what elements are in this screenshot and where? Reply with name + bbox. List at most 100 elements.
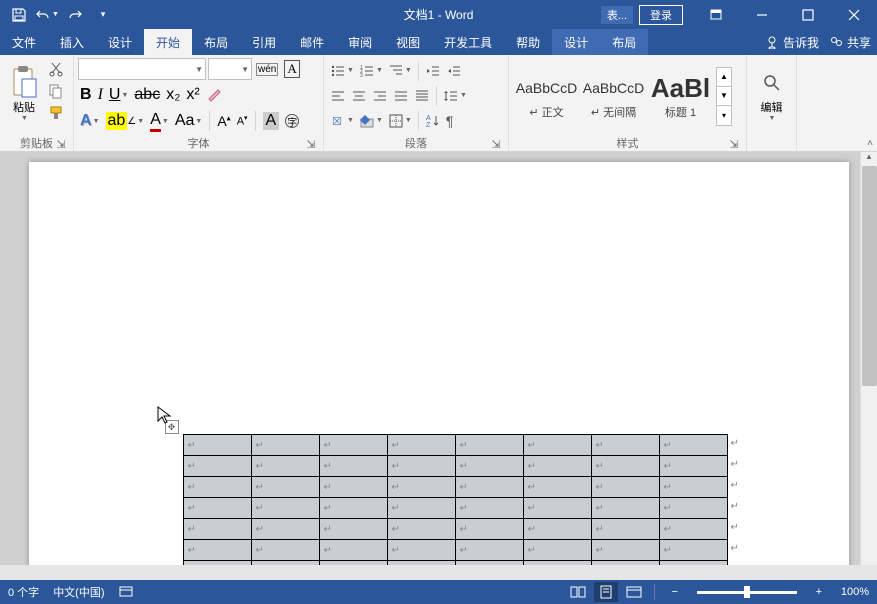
ribbon-options-button[interactable] bbox=[693, 0, 739, 29]
font-size-combo[interactable]: ▼ bbox=[208, 58, 252, 80]
font-name-combo[interactable]: ▼ bbox=[78, 58, 206, 80]
phonetic-guide-button[interactable]: wén bbox=[254, 61, 280, 78]
table-cell[interactable]: ↵ bbox=[183, 477, 251, 498]
shading-button[interactable]: ▼ bbox=[357, 111, 385, 131]
character-shading-button[interactable]: A bbox=[261, 110, 282, 132]
table-move-handle[interactable]: ✥ bbox=[165, 420, 179, 434]
table-cell[interactable]: ↵ bbox=[591, 456, 659, 477]
paragraph-dialog-launcher[interactable]: ⇲ bbox=[490, 138, 502, 150]
table-cell[interactable]: ↵ bbox=[319, 561, 387, 566]
underline-button[interactable]: U▼ bbox=[107, 84, 131, 106]
maximize-button[interactable] bbox=[785, 0, 831, 29]
print-layout-button[interactable] bbox=[594, 582, 618, 602]
table-cell[interactable]: ↵ bbox=[659, 456, 727, 477]
styles-dialog-launcher[interactable]: ⇲ bbox=[728, 138, 740, 150]
redo-button[interactable] bbox=[62, 3, 88, 27]
line-spacing-button[interactable]: ▼ bbox=[441, 86, 469, 106]
table-cell[interactable]: ↵ bbox=[523, 435, 591, 456]
table-cell[interactable]: ↵ bbox=[387, 435, 455, 456]
show-marks-button[interactable]: ¶ bbox=[444, 111, 456, 131]
zoom-slider[interactable] bbox=[697, 591, 797, 594]
cut-button[interactable] bbox=[46, 59, 66, 79]
table-cell[interactable]: ↵ bbox=[319, 456, 387, 477]
styles-expand[interactable]: ▾ bbox=[717, 106, 731, 125]
tab-file[interactable]: 文件 bbox=[0, 29, 48, 55]
tab-review[interactable]: 审阅 bbox=[336, 29, 384, 55]
table-cell[interactable]: ↵ bbox=[251, 561, 319, 566]
highlight-button[interactable]: ab∠▼ bbox=[104, 110, 147, 132]
align-right-button[interactable] bbox=[370, 86, 390, 106]
table-cell[interactable]: ↵ bbox=[183, 561, 251, 566]
styles-scroll-up[interactable]: ▲ bbox=[717, 68, 731, 87]
table-cell[interactable]: ↵ bbox=[319, 498, 387, 519]
shrink-font-button[interactable]: A▾ bbox=[235, 112, 250, 130]
numbering-button[interactable]: 123▼ bbox=[357, 61, 385, 81]
accessibility-icon[interactable] bbox=[119, 584, 133, 601]
font-color-button[interactable]: A▼ bbox=[148, 109, 171, 134]
table-cell[interactable]: ↵ bbox=[659, 435, 727, 456]
zoom-level[interactable]: 100% bbox=[841, 586, 869, 598]
decrease-indent-button[interactable] bbox=[423, 61, 443, 81]
tab-table-layout[interactable]: 布局 bbox=[600, 29, 648, 55]
table-cell[interactable]: ↵ bbox=[251, 519, 319, 540]
enclose-characters-button[interactable]: 字 bbox=[283, 112, 301, 130]
table-cell[interactable]: ↵ bbox=[659, 561, 727, 566]
distributed-button[interactable] bbox=[412, 86, 432, 106]
table-cell[interactable]: ↵ bbox=[183, 456, 251, 477]
table-cell[interactable]: ↵ bbox=[523, 561, 591, 566]
zoom-out-button[interactable]: − bbox=[663, 582, 687, 602]
tab-layout[interactable]: 布局 bbox=[192, 29, 240, 55]
strikethrough-button[interactable]: abc bbox=[132, 84, 162, 106]
read-mode-button[interactable] bbox=[566, 582, 590, 602]
table-cell[interactable]: ↵ bbox=[591, 540, 659, 561]
align-center-button[interactable] bbox=[349, 86, 369, 106]
table-cell[interactable]: ↵ bbox=[523, 456, 591, 477]
style-normal[interactable]: AaBbCcD↵ 正文 bbox=[513, 66, 580, 126]
table-cell[interactable]: ↵ bbox=[455, 435, 523, 456]
table-cell[interactable]: ↵ bbox=[659, 540, 727, 561]
table-cell[interactable]: ↵ bbox=[387, 456, 455, 477]
table-cell[interactable]: ↵ bbox=[319, 540, 387, 561]
format-painter-button[interactable] bbox=[46, 103, 66, 123]
multilevel-list-button[interactable]: ▼ bbox=[386, 61, 414, 81]
sort-button[interactable]: AZ bbox=[423, 111, 443, 131]
collapse-ribbon-button[interactable]: ˄ bbox=[867, 138, 873, 149]
superscript-button[interactable]: x² bbox=[184, 84, 201, 106]
grow-font-button[interactable]: A▴ bbox=[215, 111, 232, 131]
text-effects-button[interactable]: A▼ bbox=[78, 110, 102, 132]
table-cell[interactable]: ↵ bbox=[251, 498, 319, 519]
table-cell[interactable]: ↵ bbox=[183, 498, 251, 519]
paste-button[interactable]: 粘贴 ▼ bbox=[8, 59, 40, 127]
table-cell[interactable]: ↵ bbox=[455, 540, 523, 561]
table-cell[interactable]: ↵ bbox=[183, 540, 251, 561]
table-cell[interactable]: ↵ bbox=[319, 435, 387, 456]
zoom-in-button[interactable]: + bbox=[807, 582, 831, 602]
bullets-button[interactable]: ▼ bbox=[328, 61, 356, 81]
table-cell[interactable]: ↵ bbox=[591, 498, 659, 519]
table-cell[interactable]: ↵ bbox=[455, 561, 523, 566]
minimize-button[interactable] bbox=[739, 0, 785, 29]
save-button[interactable] bbox=[6, 3, 32, 27]
table-cell[interactable]: ↵ bbox=[319, 477, 387, 498]
table-cell[interactable]: ↵ bbox=[387, 498, 455, 519]
signin-button[interactable]: 登录 bbox=[639, 5, 683, 25]
document-table[interactable]: ↵↵↵↵↵↵↵↵↵↵↵↵↵↵↵↵↵↵↵↵↵↵↵↵↵↵↵↵↵↵↵↵↵↵↵↵↵↵↵↵… bbox=[183, 434, 728, 565]
language-status[interactable]: 中文(中国) bbox=[53, 584, 104, 601]
web-layout-button[interactable] bbox=[622, 582, 646, 602]
table-cell[interactable]: ↵ bbox=[455, 498, 523, 519]
table-cell[interactable]: ↵ bbox=[523, 540, 591, 561]
table-cell[interactable]: ↵ bbox=[183, 519, 251, 540]
table-cell[interactable]: ↵ bbox=[455, 519, 523, 540]
table-cell[interactable]: ↵ bbox=[659, 498, 727, 519]
table-cell[interactable]: ↵ bbox=[251, 456, 319, 477]
borders-button[interactable]: ▼ bbox=[386, 111, 414, 131]
table-cell[interactable]: ↵ bbox=[591, 519, 659, 540]
table-cell[interactable]: ↵ bbox=[591, 435, 659, 456]
vertical-scrollbar[interactable]: ▲ bbox=[860, 152, 877, 565]
tab-mailings[interactable]: 邮件 bbox=[288, 29, 336, 55]
undo-button[interactable]: ▼ bbox=[34, 3, 60, 27]
style-heading1[interactable]: AaBl标题 1 bbox=[647, 66, 714, 126]
clipboard-dialog-launcher[interactable]: ⇲ bbox=[55, 138, 67, 150]
style-nospacing[interactable]: AaBbCcD↵ 无间隔 bbox=[580, 66, 647, 126]
table-cell[interactable]: ↵ bbox=[659, 477, 727, 498]
